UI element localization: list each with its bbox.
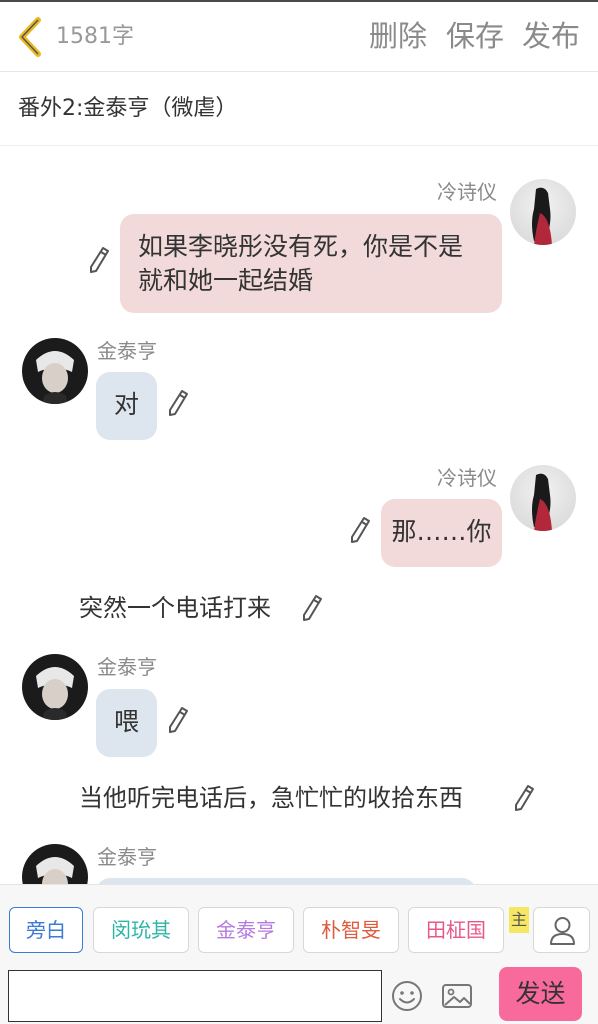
speaker-name: 金泰亨: [97, 339, 157, 363]
role-label: 朴智旻: [321, 918, 381, 942]
avatar[interactable]: [22, 338, 88, 404]
role-label: 旁白: [26, 918, 66, 942]
avatar[interactable]: [22, 654, 88, 720]
speaker-name: 冷诗仪: [437, 180, 497, 204]
avatar[interactable]: [510, 179, 576, 245]
chapter-title-row[interactable]: 番外2:金泰亨（微虐）: [0, 73, 598, 146]
pencil-icon[interactable]: [349, 516, 371, 544]
avatar-image: [532, 187, 552, 245]
role-chip[interactable]: 朴智旻: [303, 907, 399, 953]
delete-button[interactable]: 删除: [369, 18, 427, 54]
pencil-icon[interactable]: [513, 784, 535, 812]
chat-area: 冷诗仪 如果李晓彤没有死，你是不是 就和她一起结婚 金泰亨 对 冷诗仪 那……你…: [0, 147, 598, 884]
message-text-line: 如果李晓彤没有死，你是不是: [138, 232, 464, 261]
narration-text[interactable]: 当他听完电话后，急忙忙的收拾东西: [79, 783, 463, 813]
pencil-icon[interactable]: [167, 389, 189, 417]
message-input[interactable]: [8, 970, 382, 1022]
message-text: 对: [113, 390, 139, 419]
avatar-image: [532, 473, 552, 531]
avatar-image: [36, 857, 74, 884]
send-button[interactable]: 发送: [499, 967, 582, 1021]
add-role-button[interactable]: [533, 907, 590, 953]
role-label: 金泰亨: [216, 918, 276, 942]
bottom-toolbar: 旁白 闵玧其 金泰亨 朴智旻 田柾国 主 发送: [0, 884, 598, 1024]
avatar[interactable]: [22, 844, 88, 884]
emoji-icon[interactable]: [390, 979, 424, 1013]
message-text: 喂: [113, 707, 139, 736]
back-icon[interactable]: [14, 16, 48, 58]
pencil-icon[interactable]: [167, 706, 189, 734]
word-count: 1581字: [56, 24, 134, 49]
message-bubble[interactable]: 那……你: [381, 499, 502, 567]
header-bar: 1581字 删除 保存 发布: [0, 2, 598, 72]
avatar[interactable]: [510, 465, 576, 531]
speaker-name: 冷诗仪: [437, 466, 497, 490]
role-chip[interactable]: 闵玧其: [93, 907, 189, 953]
publish-button[interactable]: 发布: [522, 18, 580, 54]
avatar-image: [36, 667, 74, 720]
role-label: 田柾国: [426, 918, 486, 942]
message-text-line: 就和她一起结婚: [138, 266, 314, 295]
role-chip-narrator[interactable]: 旁白: [9, 907, 83, 953]
main-role-badge: 主: [509, 907, 529, 933]
speaker-name: 金泰亨: [97, 845, 157, 869]
role-label: 闵玧其: [111, 918, 171, 942]
chapter-title: 番外2:金泰亨（微虐）: [18, 96, 238, 121]
message-bubble[interactable]: 喂: [96, 689, 157, 757]
image-icon[interactable]: [440, 979, 474, 1013]
pencil-icon[interactable]: [88, 246, 110, 274]
role-chip[interactable]: 田柾国: [408, 907, 504, 953]
pencil-icon[interactable]: [301, 594, 323, 622]
message-bubble[interactable]: 如果李晓彤没有死，你是不是 就和她一起结婚: [120, 214, 502, 313]
save-button[interactable]: 保存: [446, 18, 504, 54]
person-icon: [550, 917, 575, 945]
avatar-image: [36, 351, 74, 404]
speaker-name: 金泰亨: [97, 655, 157, 679]
narration-text[interactable]: 突然一个电话打来: [79, 593, 271, 623]
message-text: 那……你: [391, 517, 492, 546]
role-chip[interactable]: 金泰亨: [198, 907, 294, 953]
message-bubble[interactable]: 对: [96, 372, 157, 440]
